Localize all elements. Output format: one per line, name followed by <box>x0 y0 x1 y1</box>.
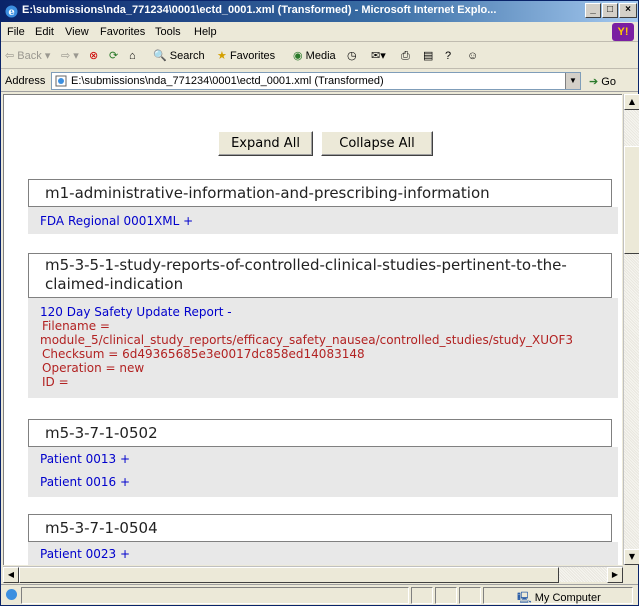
vertical-scroll-thumb[interactable] <box>624 146 639 254</box>
section-heading-0502: m5-3-7-1-0502 <box>28 419 612 447</box>
section-heading-line: claimed-indication <box>45 275 184 293</box>
address-dropdown-icon[interactable]: ▼ <box>565 73 580 89</box>
back-button[interactable]: ⇦ Back ▾ <box>5 48 50 64</box>
page-done-icon <box>5 588 18 604</box>
favorites-label: Favorites <box>229 50 276 62</box>
yahoo-logo-icon: Y! <box>612 23 634 41</box>
status-bar: 🖳 My Computer <box>1 584 638 605</box>
search-label: Search <box>169 50 205 62</box>
expand-all-button[interactable]: Expand All <box>218 131 313 156</box>
list-item-safety-update[interactable]: 120 Day Safety Update Report - <box>40 305 232 319</box>
svg-text:e: e <box>8 7 14 18</box>
zone-indicator: 🖳 My Computer <box>517 589 601 606</box>
list-item-patient-0023[interactable]: Patient 0023 + <box>40 547 130 561</box>
favorites-button[interactable]: ★ Favorites <box>217 48 275 64</box>
window-title: E:\submissions\nda_771234\0001\ectd_0001… <box>22 4 497 16</box>
chevron-down-icon: ▾ <box>73 50 79 62</box>
zone-label: My Computer <box>534 592 601 604</box>
menu-file[interactable]: File <box>7 26 25 38</box>
list-item-patient-0016[interactable]: Patient 0016 + <box>40 475 130 489</box>
menu-bar: File Edit View Favorites Tools Help Y! <box>1 22 638 42</box>
status-pane <box>435 587 457 604</box>
title-bar[interactable]: e E:\submissions\nda_771234\0001\ectd_00… <box>1 1 638 22</box>
media-label: Media <box>305 50 336 62</box>
go-label: Go <box>601 76 616 88</box>
horizontal-scrollbar[interactable]: ◀ ▶ <box>3 566 623 583</box>
scroll-up-icon[interactable]: ▲ <box>624 94 639 110</box>
menu-edit[interactable]: Edit <box>35 26 54 38</box>
search-icon: 🔍 <box>153 50 167 62</box>
back-arrow-icon: ⇦ <box>5 50 15 63</box>
ie-window: e E:\submissions\nda_771234\0001\ectd_00… <box>0 0 639 606</box>
scroll-left-icon[interactable]: ◀ <box>3 567 19 583</box>
address-input[interactable]: E:\submissions\nda_771234\0001\ectd_0001… <box>51 72 581 90</box>
history-icon[interactable]: ◷ <box>347 48 357 64</box>
status-text-pane <box>21 587 409 604</box>
edit-page-icon[interactable]: ▤ <box>423 48 433 64</box>
section-heading-m1: m1-administrative-information-and-prescr… <box>28 179 612 207</box>
scroll-down-icon[interactable]: ▼ <box>624 549 639 565</box>
go-button[interactable]: ➔ Go <box>589 75 616 88</box>
detail-filename-label: Filename = <box>42 319 110 333</box>
minimize-button[interactable]: _ <box>585 3 601 18</box>
page-content[interactable]: Expand All Collapse All m1-administrativ… <box>3 94 622 565</box>
media-button[interactable]: ◉ Media <box>293 48 336 64</box>
scroll-right-icon[interactable]: ▶ <box>607 567 623 583</box>
print-icon[interactable]: ⎙ <box>401 48 410 64</box>
list-item-fda-regional[interactable]: FDA Regional 0001XML + <box>40 214 193 228</box>
menu-favorites[interactable]: Favorites <box>100 26 145 38</box>
favorites-star-icon: ★ <box>217 50 227 62</box>
collapse-all-button[interactable]: Collapse All <box>321 131 433 156</box>
detail-filename-value: module_5/clinical_study_reports/efficacy… <box>40 333 574 347</box>
back-label: Back <box>17 50 42 62</box>
address-value: E:\submissions\nda_771234\0001\ectd_0001… <box>71 75 384 87</box>
refresh-icon[interactable]: ⟳ <box>109 48 118 64</box>
address-label: Address <box>5 75 46 87</box>
section-heading-m5351: m5-3-5-1-study-reports-of-controlled-cli… <box>28 253 612 298</box>
menu-tools[interactable]: Tools <box>155 26 181 38</box>
home-icon[interactable]: ⌂ <box>129 48 136 64</box>
messenger-icon[interactable]: ☺ <box>467 48 478 64</box>
section-heading-0504: m5-3-7-1-0504 <box>28 514 612 542</box>
menu-view[interactable]: View <box>65 26 89 38</box>
help-question-icon[interactable]: ? <box>445 48 451 64</box>
close-button[interactable]: × <box>619 3 637 18</box>
chevron-down-icon: ▾ <box>44 50 51 62</box>
menu-help[interactable]: Help <box>194 26 217 38</box>
section-heading-line: m5-3-5-1-study-reports-of-controlled-cli… <box>45 256 567 274</box>
maximize-button[interactable]: □ <box>602 3 618 18</box>
page-icon <box>55 75 67 87</box>
list-item-patient-0013[interactable]: Patient 0013 + <box>40 452 130 466</box>
computer-icon: 🖳 <box>517 592 532 604</box>
detail-checksum: Checksum = 6d49365685e3e0017dc858ed14083… <box>42 347 365 361</box>
detail-operation: Operation = new <box>42 361 145 375</box>
forward-button[interactable]: ⇨ ▾ <box>61 48 79 64</box>
status-pane <box>411 587 433 604</box>
horizontal-scroll-thumb[interactable] <box>19 567 559 583</box>
internet-explorer-icon: e <box>5 5 18 18</box>
vertical-scrollbar[interactable]: ▲ ▼ <box>623 94 639 565</box>
search-button[interactable]: 🔍 Search <box>153 48 205 64</box>
detail-id: ID = <box>42 375 69 389</box>
standard-toolbar: ⇦ Back ▾ ⇨ ▾ ⊗ ⟳ ⌂ 🔍 Search ★ Favorites … <box>1 43 638 69</box>
status-pane <box>459 587 481 604</box>
stop-icon[interactable]: ⊗ <box>89 48 98 64</box>
go-arrow-icon: ➔ <box>589 76 599 88</box>
mail-icon[interactable]: ✉▾ <box>371 48 386 64</box>
forward-arrow-icon: ⇨ <box>61 50 71 62</box>
address-bar: Address E:\submissions\nda_771234\0001\e… <box>1 70 638 92</box>
media-icon: ◉ <box>293 50 303 62</box>
